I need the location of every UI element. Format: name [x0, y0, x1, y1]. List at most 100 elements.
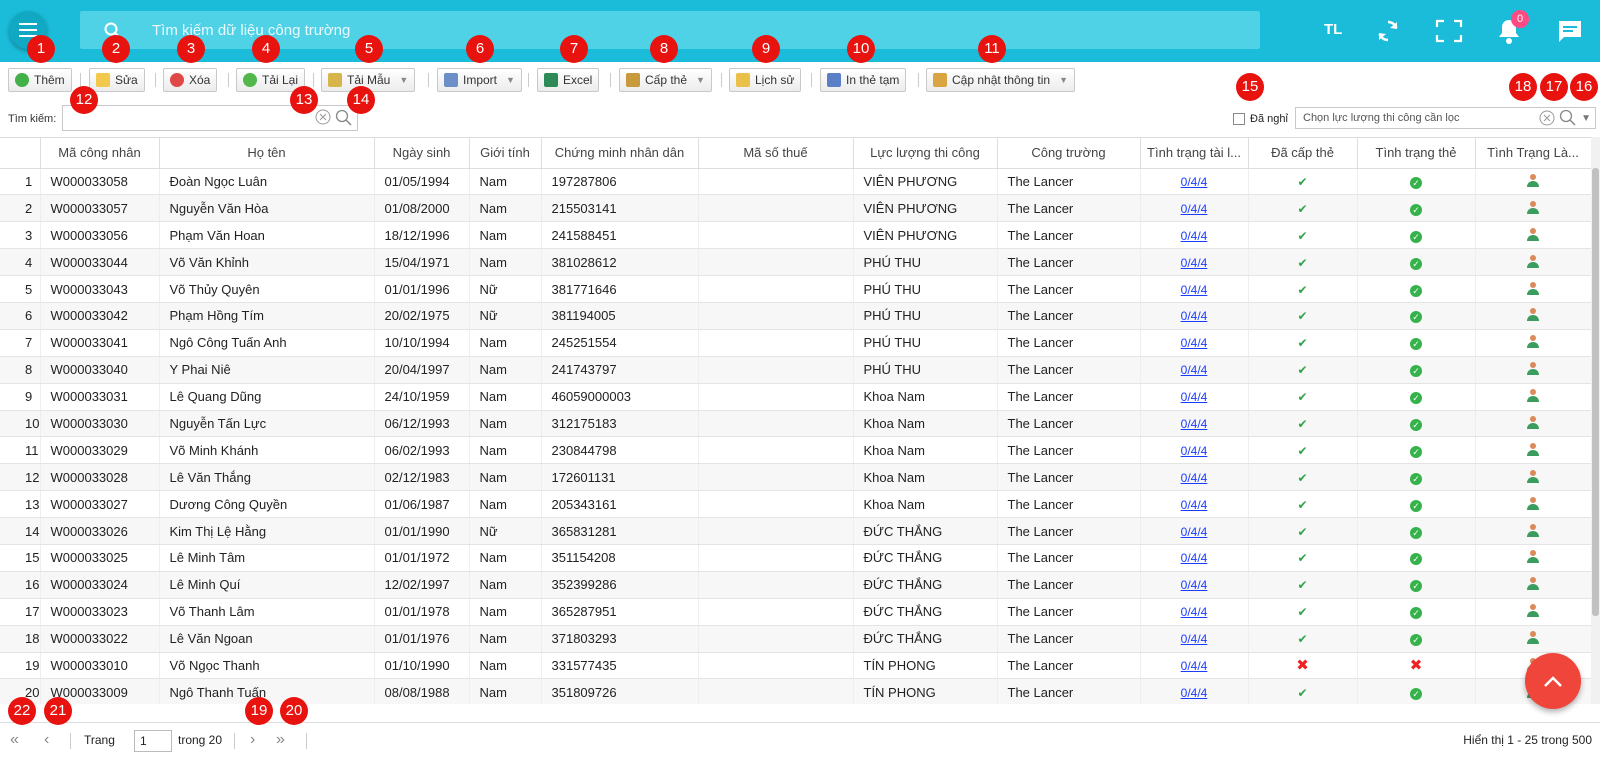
column-header[interactable]: Họ tên [159, 138, 375, 169]
worker-icon[interactable] [1526, 281, 1540, 295]
document-status-link[interactable]: 0/4/4 [1181, 632, 1208, 646]
force-filter-select[interactable]: Chọn lực lượng thi công cần lọc ▼ [1295, 107, 1596, 129]
table-row[interactable]: 19 W000033010 Võ Ngọc Thanh 01/10/1990 Nam 33… [0, 652, 1592, 680]
table-row[interactable]: 3 W000033056 Phạm Văn Hoan 18/12/1996 Nam 241… [0, 221, 1592, 250]
table-row[interactable]: 5 W000033043 Võ Thủy Quyên 01/01/1996 Nữ 3817… [0, 275, 1592, 303]
document-status-link[interactable]: 0/4/4 [1181, 256, 1208, 270]
scroll-to-top-button[interactable] [1525, 653, 1581, 709]
worker-icon[interactable] [1526, 630, 1540, 645]
history-button[interactable]: Lịch sử [729, 68, 802, 92]
table-row[interactable]: 8 W000033040 Y Phai Niê 20/04/1997 Nam 241743… [0, 356, 1592, 384]
table-row[interactable]: 12 W000033028 Lê Văn Thắng 02/12/1983 Nam 172… [0, 463, 1592, 492]
column-header[interactable]: Tình trạng tài l... [1140, 138, 1249, 169]
worker-icon[interactable] [1526, 549, 1540, 564]
document-status-link[interactable]: 0/4/4 [1181, 551, 1208, 565]
column-header[interactable]: Ngày sinh [374, 138, 470, 169]
search-icon[interactable] [335, 109, 353, 127]
column-header[interactable]: Đã cấp thẻ [1248, 138, 1358, 169]
table-row[interactable]: 17 W000033023 Võ Thanh Lâm 01/01/1978 Nam 365… [0, 598, 1592, 626]
worker-icon[interactable] [1526, 576, 1540, 591]
worker-icon[interactable] [1526, 442, 1540, 456]
document-status-link[interactable]: 0/4/4 [1181, 659, 1208, 673]
column-header[interactable]: Mã số thuế [698, 138, 854, 169]
update-info-button[interactable]: Cập nhật thông tin ▼ [926, 68, 1075, 92]
worker-icon[interactable] [1526, 388, 1540, 403]
excel-button[interactable]: Excel [537, 68, 600, 92]
document-status-link[interactable]: 0/4/4 [1181, 229, 1208, 243]
table-row[interactable]: 9 W000033031 Lê Quang Dũng 24/10/1959 Nam 460… [0, 383, 1592, 411]
retired-checkbox[interactable] [1233, 113, 1245, 125]
delete-button[interactable]: Xóa [163, 68, 218, 92]
column-header[interactable]: Tình Trạng Là... [1475, 138, 1592, 169]
user-initials-avatar[interactable]: TL [1324, 21, 1342, 38]
import-button[interactable]: Import ▼ [437, 68, 522, 92]
table-row[interactable]: 1 W000033058 Đoàn Ngọc Luân 01/05/1994 Nam 19… [0, 168, 1592, 196]
document-status-link[interactable]: 0/4/4 [1181, 363, 1208, 377]
document-status-link[interactable]: 0/4/4 [1181, 336, 1208, 350]
worker-icon[interactable] [1526, 603, 1540, 618]
document-status-link[interactable]: 0/4/4 [1181, 175, 1208, 189]
check-icon: ✔ [1297, 309, 1308, 324]
worker-icon[interactable] [1526, 227, 1540, 241]
document-status-link[interactable]: 0/4/4 [1181, 471, 1208, 485]
print-temp-card-button[interactable]: In thẻ tạm [820, 68, 907, 92]
clear-icon[interactable] [315, 109, 331, 125]
worker-icon[interactable] [1526, 173, 1540, 187]
chat-icon[interactable] [1557, 19, 1583, 43]
table-row[interactable]: 16 W000033024 Lê Minh Quí 12/02/1997 Nam 3523… [0, 571, 1592, 599]
worker-name-cell: Ngô Công Tuấn Anh [159, 329, 375, 357]
document-status-link[interactable]: 0/4/4 [1181, 390, 1208, 404]
worker-icon[interactable] [1526, 415, 1540, 429]
document-status-link[interactable]: 0/4/4 [1181, 309, 1208, 323]
table-row[interactable]: 18 W000033022 Lê Văn Ngoan 01/01/1976 Nam 371… [0, 625, 1592, 653]
table-row[interactable]: 20 W000033009 Ngô Thanh Tuấn 08/08/1988 Nam 3… [0, 678, 1592, 704]
sync-icon[interactable] [1376, 19, 1400, 43]
retired-filter[interactable]: Đã nghỉ [1233, 113, 1288, 125]
search-icon[interactable] [1559, 109, 1577, 127]
worker-icon[interactable] [1526, 361, 1540, 376]
add-button[interactable]: Thêm [8, 68, 72, 92]
document-status-link[interactable]: 0/4/4 [1181, 202, 1208, 216]
column-header[interactable]: Công trường [997, 138, 1141, 169]
column-header[interactable]: Giới tính [469, 138, 542, 169]
page-number-input[interactable]: 1 [134, 730, 172, 752]
grid-scrollbar-thumb[interactable] [1592, 168, 1599, 616]
fullscreen-icon[interactable] [1435, 19, 1463, 43]
column-header[interactable]: Chứng minh nhân dân [541, 138, 699, 169]
document-status-link[interactable]: 0/4/4 [1181, 417, 1208, 431]
worker-icon[interactable] [1526, 200, 1540, 214]
document-status-link[interactable]: 0/4/4 [1181, 525, 1208, 539]
document-status-link[interactable]: 0/4/4 [1181, 444, 1208, 458]
worker-icon[interactable] [1526, 307, 1540, 322]
document-status-link[interactable]: 0/4/4 [1181, 283, 1208, 297]
column-header[interactable]: Tình trạng thẻ [1357, 138, 1476, 169]
worker-icon[interactable] [1526, 523, 1540, 537]
table-row[interactable]: 2 W000033057 Nguyễn Văn Hòa 01/08/2000 Nam 21… [0, 194, 1592, 223]
next-page-icon[interactable]: › [250, 731, 255, 749]
table-row[interactable]: 14 W000033026 Kim Thị Lệ Hằng 01/01/1990 Nữ 3… [0, 517, 1592, 545]
table-row[interactable]: 15 W000033025 Lê Minh Tâm 01/01/1972 Nam 3511… [0, 544, 1592, 572]
document-status-link[interactable]: 0/4/4 [1181, 578, 1208, 592]
worker-icon[interactable] [1526, 334, 1540, 349]
prev-page-icon[interactable]: ‹ [44, 731, 49, 749]
clear-icon[interactable] [1539, 110, 1555, 126]
table-row[interactable]: 4 W000033044 Võ Văn Khỉnh 15/04/1971 Nam 3810… [0, 248, 1592, 277]
last-page-icon[interactable]: » [276, 731, 285, 749]
table-row[interactable]: 11 W000033029 Võ Minh Khánh 06/02/1993 Nam 23… [0, 436, 1592, 465]
first-page-icon[interactable]: « [10, 731, 19, 749]
chevron-down-icon[interactable]: ▼ [1581, 113, 1591, 124]
table-row[interactable]: 6 W000033042 Phạm Hồng Tím 20/02/1975 Nữ 3811… [0, 302, 1592, 330]
column-header[interactable]: Lực lượng thi công [853, 138, 998, 169]
column-header[interactable]: Mã công nhân [40, 138, 160, 169]
document-status-link[interactable]: 0/4/4 [1181, 686, 1208, 700]
document-status-link[interactable]: 0/4/4 [1181, 498, 1208, 512]
table-row[interactable]: 10 W000033030 Nguyễn Tấn Lực 06/12/1993 Nam 3… [0, 410, 1592, 438]
table-row[interactable]: 13 W000033027 Dương Công Quyền 01/06/1987 Na… [0, 490, 1592, 519]
worker-icon[interactable] [1526, 254, 1540, 268]
table-row[interactable]: 7 W000033041 Ngô Công Tuấn Anh 10/10/1994 Na… [0, 329, 1592, 357]
document-status-link[interactable]: 0/4/4 [1181, 605, 1208, 619]
worker-icon[interactable] [1526, 469, 1540, 483]
issue-card-button[interactable]: Cấp thẻ ▼ [619, 68, 712, 92]
worker-icon[interactable] [1526, 496, 1540, 510]
edit-button[interactable]: Sửa [89, 68, 145, 92]
